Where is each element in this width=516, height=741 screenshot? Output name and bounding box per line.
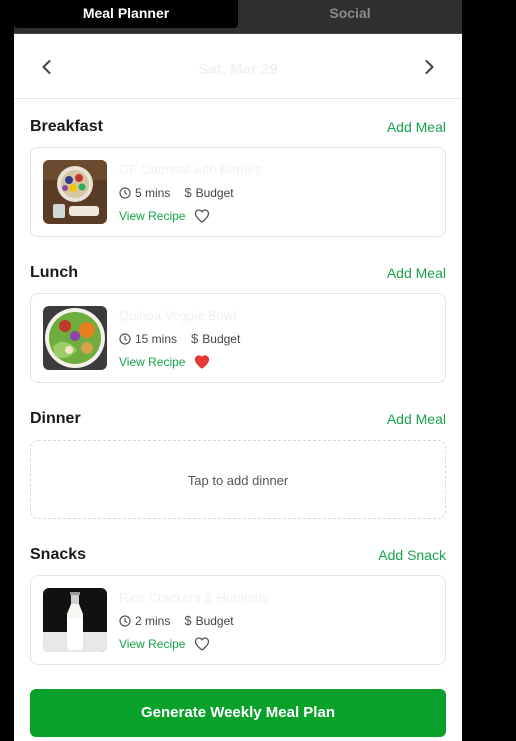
snack-meal-card[interactable]: Rice Crackers & Hummus 2 mins $ Budget V… <box>30 575 446 665</box>
tab-social[interactable]: Social <box>238 0 462 28</box>
breakfast-cost: Budget <box>195 185 234 200</box>
snack-meal-name: Rice Crackers & Hummus <box>119 590 269 605</box>
dinner-section-header: Dinner Add Meal <box>30 410 446 430</box>
milk-bottle-image <box>43 588 107 652</box>
snacks-section-header: Snacks Add Snack <box>30 546 446 566</box>
add-breakfast-button[interactable]: Add Meal <box>387 119 446 135</box>
dollar-icon: $ <box>184 613 192 628</box>
snack-time: 2 mins <box>135 613 171 628</box>
breakfast-meal-card[interactable]: GF Oatmeal with Berries 5 mins $ Budget … <box>30 147 446 237</box>
generate-weekly-meal-plan-button[interactable]: Generate Weekly Meal Plan <box>30 689 446 737</box>
lunch-title: Lunch <box>30 264 78 281</box>
snack-meal-meta: 2 mins $ Budget <box>119 613 234 628</box>
clock-icon <box>119 332 131 345</box>
empty-dinner-text: Tap to add dinner <box>187 473 289 488</box>
dollar-icon: $ <box>191 331 199 346</box>
heart-icon[interactable] <box>194 636 210 652</box>
date-navigation: Sat, Mar 29 <box>14 34 462 99</box>
lunch-cost: Budget <box>202 331 241 346</box>
breakfast-title: Breakfast <box>30 118 103 135</box>
lunch-meal-meta: 15 mins $ Budget <box>119 331 240 346</box>
dollar-icon: $ <box>184 185 192 200</box>
breakfast-time: 5 mins <box>135 185 171 200</box>
lunch-section-header: Lunch Add Meal <box>30 264 446 284</box>
add-snack-button[interactable]: Add Snack <box>378 547 446 563</box>
add-lunch-button[interactable]: Add Meal <box>387 265 446 281</box>
quinoa-bowl-image <box>43 306 107 370</box>
snacks-title: Snacks <box>30 546 87 563</box>
breakfast-meal-name: GF Oatmeal with Berries <box>119 162 262 177</box>
lunch-meal-card[interactable]: Quinoa Veggie Bowl 15 mins $ Budget View… <box>30 293 446 383</box>
breakfast-meal-meta: 5 mins $ Budget <box>119 185 234 200</box>
heart-icon[interactable] <box>194 208 210 224</box>
clock-icon <box>119 186 131 199</box>
chevron-right-icon[interactable] <box>420 58 438 76</box>
heart-icon[interactable] <box>194 354 210 370</box>
lunch-view-recipe-link[interactable]: View Recipe <box>119 355 185 369</box>
lunch-meal-name: Quinoa Veggie Bowl <box>119 308 237 323</box>
date-label: Sat, Mar 29 <box>198 61 278 78</box>
oatmeal-image <box>43 160 107 224</box>
empty-dinner-slot[interactable]: Tap to add dinner <box>30 440 446 519</box>
tab-meal-planner[interactable]: Meal Planner <box>14 0 238 28</box>
clock-icon <box>119 614 131 627</box>
app-screen: Meal Planner Social Sat, Mar 29 Breakfas… <box>14 0 462 741</box>
add-dinner-button[interactable]: Add Meal <box>387 411 446 427</box>
breakfast-view-recipe-link[interactable]: View Recipe <box>119 209 185 223</box>
snack-cost: Budget <box>195 613 234 628</box>
breakfast-section-header: Breakfast Add Meal <box>30 118 446 138</box>
dinner-title: Dinner <box>30 410 81 427</box>
top-tab-bar: Meal Planner Social <box>14 0 462 34</box>
lunch-time: 15 mins <box>135 331 178 346</box>
snack-view-recipe-link[interactable]: View Recipe <box>119 637 185 651</box>
